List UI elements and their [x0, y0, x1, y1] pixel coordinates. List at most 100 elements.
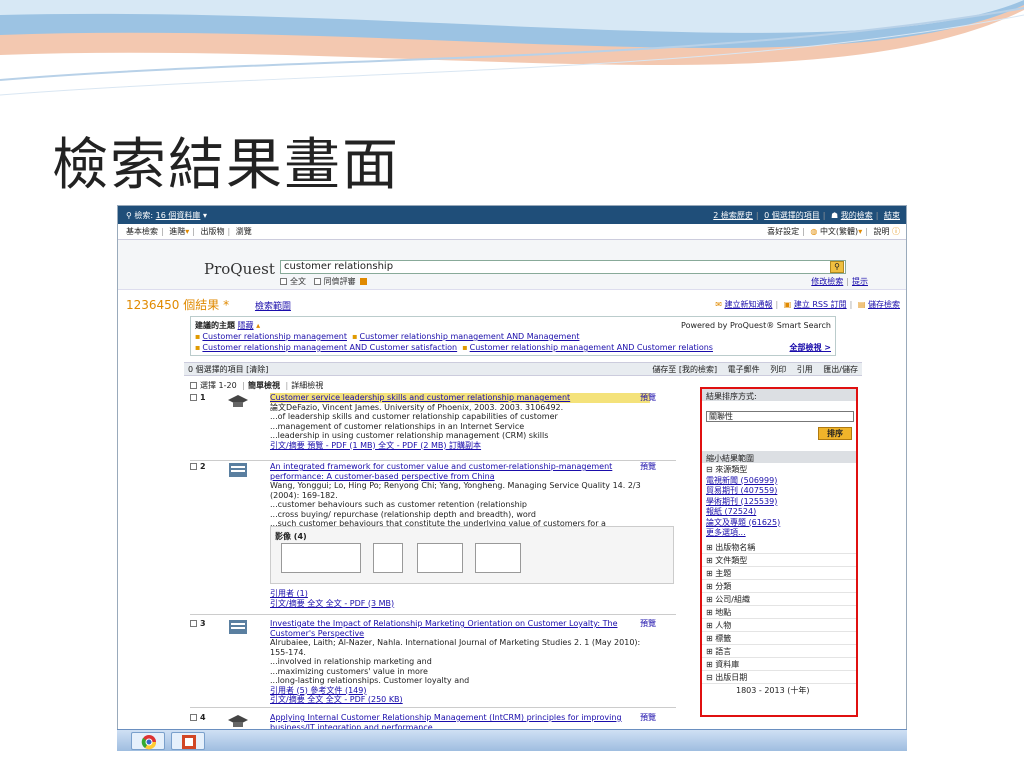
cited-by-link[interactable]: 引用者 (1): [270, 589, 670, 599]
facet-item[interactable]: 文件類型: [715, 556, 747, 565]
source-item[interactable]: 論文及專題 (61625): [706, 518, 852, 529]
result-title[interactable]: An integrated framework for customer val…: [270, 462, 650, 481]
result-snippet: ...leadership in using customer relation…: [270, 431, 549, 440]
expand-icon[interactable]: ⊞: [706, 608, 713, 617]
preferences-link[interactable]: 喜好設定: [767, 227, 799, 236]
suggest-topic[interactable]: Customer relationship management AND Man…: [360, 332, 580, 341]
nav-advanced[interactable]: 進階: [169, 227, 185, 236]
chevron-down-icon[interactable]: ▾: [185, 227, 189, 236]
database-link[interactable]: 16 個資料庫: [156, 211, 201, 220]
collapse-icon[interactable]: ⊟: [706, 673, 713, 682]
expand-icon[interactable]: ⊞: [706, 660, 713, 669]
facet-item[interactable]: 出版日期: [715, 673, 747, 682]
nav-browse[interactable]: 瀏覽: [236, 227, 252, 236]
nav-basic-search[interactable]: 基本檢索: [126, 227, 158, 236]
cite-action[interactable]: 引用: [797, 365, 813, 374]
chrome-icon[interactable]: [131, 732, 165, 750]
exit-link[interactable]: 結束: [884, 211, 900, 220]
suggest-topic[interactable]: Customer relationship management AND Cus…: [202, 343, 457, 352]
fulltext-checkbox[interactable]: [280, 278, 287, 285]
source-item[interactable]: 學術期刊 (125539): [706, 497, 852, 508]
info-icon[interactable]: [360, 278, 368, 285]
expand-icon[interactable]: ⊞: [706, 556, 713, 565]
chevron-down-icon[interactable]: ▾: [858, 227, 862, 236]
result-checkbox[interactable]: [190, 463, 197, 470]
suggest-topic[interactable]: Customer relationship management: [202, 332, 347, 341]
suggest-topic[interactable]: Customer relationship management AND Cus…: [470, 343, 713, 352]
search-input[interactable]: customer relationship: [280, 260, 846, 274]
images-panel: 影像 (4): [270, 526, 674, 584]
facet-item[interactable]: 語言: [715, 647, 731, 656]
preview-link[interactable]: 預覽: [640, 462, 656, 472]
select-all-checkbox[interactable]: [190, 382, 197, 389]
language-select[interactable]: 中文(繁體): [820, 227, 858, 236]
expand-icon[interactable]: ⊞: [706, 647, 713, 656]
result-links[interactable]: 引文/摘要 全文 全文 - PDF (3 MB): [270, 599, 670, 609]
facet-item[interactable]: 標籤: [715, 634, 731, 643]
create-rss-link[interactable]: 建立 RSS 訂閱: [794, 300, 847, 309]
cited-by-link[interactable]: 引用者 (5) 參考文件 (149): [270, 686, 650, 696]
my-research-link[interactable]: 我的檢索: [841, 211, 873, 220]
preview-link[interactable]: 預覽: [640, 713, 656, 723]
result-title[interactable]: Investigate the Impact of Relationship M…: [270, 619, 650, 638]
facet-item[interactable]: 主題: [715, 569, 731, 578]
facet-item[interactable]: 分類: [715, 582, 731, 591]
image-thumbnail[interactable]: [281, 543, 361, 573]
sort-select[interactable]: 關聯性: [706, 411, 854, 422]
result-title[interactable]: Customer service leadership skills and c…: [270, 393, 650, 403]
save-search-link[interactable]: 儲存檢索: [868, 300, 900, 309]
image-thumbnail[interactable]: [373, 543, 403, 573]
sort-button[interactable]: 排序: [818, 427, 852, 440]
powerpoint-icon[interactable]: [171, 732, 205, 750]
more-options-link[interactable]: 更多選項...: [706, 528, 852, 539]
facet-source-type[interactable]: 來源類型: [715, 465, 747, 474]
source-item[interactable]: 報紙 (72524): [706, 507, 852, 518]
facet-item[interactable]: 資料庫: [715, 660, 739, 669]
search-scope-link[interactable]: 檢索範圍: [255, 302, 291, 312]
facet-item[interactable]: 人物: [715, 621, 731, 630]
detail-view-link[interactable]: 詳細檢視: [291, 381, 323, 390]
hide-link[interactable]: 隱藏: [238, 321, 254, 330]
facet-item[interactable]: 公司/組織: [715, 595, 750, 604]
peer-reviewed-checkbox[interactable]: [313, 278, 321, 285]
browse-all-link[interactable]: 全部檢視 >: [790, 342, 832, 353]
simple-view-link[interactable]: 簡單檢視: [248, 381, 280, 390]
result-links[interactable]: 引文/摘要 預覽 - PDF (1 MB) 全文 - PDF (2 MB) 訂購…: [270, 441, 650, 451]
search-history-link[interactable]: 2 檢索歷史: [713, 211, 753, 220]
selected-items-link[interactable]: 0 個選擇的項目: [764, 211, 820, 220]
chevron-down-icon[interactable]: ▾: [203, 211, 207, 220]
expand-icon[interactable]: ⊞: [706, 634, 713, 643]
tips-link[interactable]: 提示: [852, 277, 868, 286]
preview-link[interactable]: 預覽: [640, 619, 656, 629]
nav-publications[interactable]: 出版物: [201, 227, 225, 236]
result-checkbox[interactable]: [190, 714, 197, 721]
image-thumbnail[interactable]: [475, 543, 521, 573]
help-icon[interactable]: ⓘ: [892, 227, 900, 236]
expand-icon[interactable]: ⊞: [706, 621, 713, 630]
selected-count[interactable]: 0 個選擇的項目 [清除]: [188, 364, 268, 375]
export-action[interactable]: 匯出/儲存: [823, 365, 858, 374]
result-checkbox[interactable]: [190, 394, 197, 401]
search-button[interactable]: ⚲: [830, 261, 844, 273]
result-checkbox[interactable]: [190, 620, 197, 627]
source-item[interactable]: 電視新聞 (506999): [706, 476, 852, 487]
expand-icon[interactable]: ⊞: [706, 595, 713, 604]
modify-search-link[interactable]: 修改檢索: [811, 277, 843, 286]
result-links[interactable]: 引文/摘要 全文 全文 - PDF (250 KB): [270, 695, 650, 705]
print-action[interactable]: 列印: [770, 365, 786, 374]
image-thumbnail[interactable]: [417, 543, 463, 573]
expand-icon[interactable]: ⊞: [706, 569, 713, 578]
create-alert-link[interactable]: 建立新知通報: [724, 300, 772, 309]
facet-item[interactable]: 地點: [715, 608, 731, 617]
facet-item[interactable]: 出版物名稱: [715, 543, 755, 552]
expand-icon[interactable]: ⊞: [706, 543, 713, 552]
email-action[interactable]: 電子郵件: [728, 365, 760, 374]
collapse-icon[interactable]: ⊟: [706, 465, 713, 474]
divider: [190, 460, 676, 461]
help-link[interactable]: 說明: [873, 227, 889, 236]
preview-link[interactable]: 預覽: [640, 393, 656, 403]
source-item[interactable]: 貿易期刊 (407559): [706, 486, 852, 497]
expand-icon[interactable]: ⊞: [706, 582, 713, 591]
save-to-my-research[interactable]: 儲存至 [我的檢索]: [652, 365, 717, 374]
chevron-up-icon[interactable]: ▴: [256, 321, 260, 330]
